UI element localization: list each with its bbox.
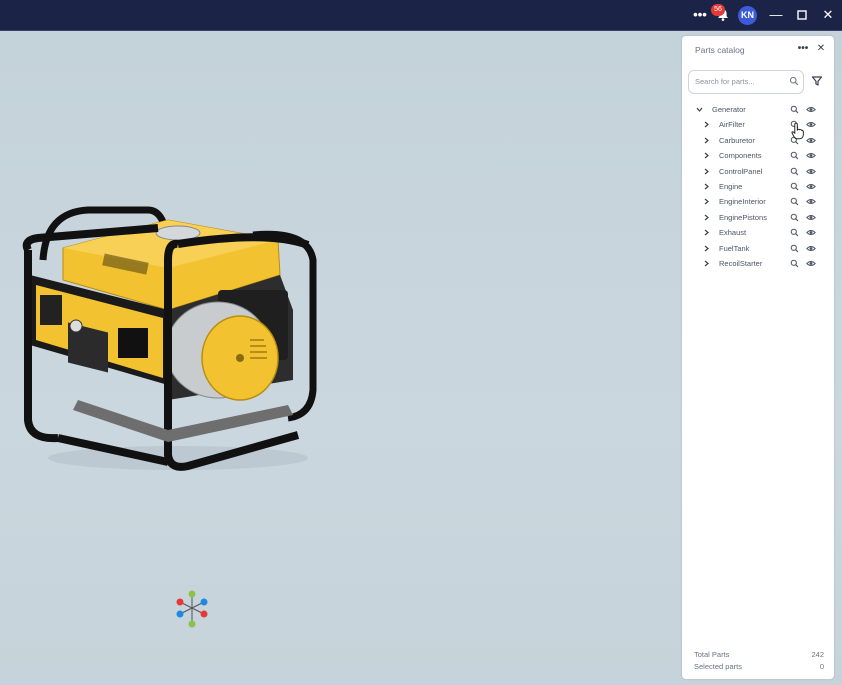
magnifier-icon[interactable]: [790, 151, 799, 160]
hand-cursor-icon: [791, 122, 804, 140]
tree-item-label: Exhaust: [719, 228, 747, 238]
chevron-right-icon[interactable]: [702, 213, 711, 222]
orientation-gizmo-icon[interactable]: [172, 588, 212, 630]
total-parts-value: 242: [811, 650, 824, 659]
tree-row[interactable]: Engine: [682, 179, 834, 194]
chevron-right-icon[interactable]: [702, 259, 711, 268]
maximize-button[interactable]: [792, 5, 812, 25]
chevron-down-icon[interactable]: [695, 105, 704, 114]
tree-row[interactable]: AirFilter: [682, 117, 834, 132]
magnifier-icon[interactable]: [790, 182, 799, 191]
tree-item-label: Generator: [712, 105, 746, 114]
panel-close-button[interactable]: ✕: [814, 41, 828, 57]
chevron-right-icon[interactable]: [702, 136, 711, 145]
eye-icon[interactable]: [806, 167, 816, 176]
tree-row[interactable]: ControlPanel: [682, 164, 834, 179]
filter-icon[interactable]: [810, 74, 824, 88]
magnifier-icon[interactable]: [790, 167, 799, 176]
eye-icon[interactable]: [806, 197, 816, 206]
tree-item-label: FuelTank: [719, 243, 750, 253]
eye-icon[interactable]: [806, 120, 816, 129]
selected-parts-value: 0: [819, 662, 824, 671]
chevron-right-icon[interactable]: [702, 182, 711, 191]
tree-row[interactable]: Exhaust: [682, 225, 834, 240]
panel-more-button[interactable]: •••: [795, 41, 811, 57]
magnifier-icon[interactable]: [790, 105, 799, 114]
parts-catalog-panel: Parts catalog ••• ✕ Generator AirFilter Ca…: [682, 36, 834, 679]
eye-icon[interactable]: [806, 228, 816, 237]
chevron-right-icon[interactable]: [702, 167, 711, 176]
chevron-right-icon[interactable]: [702, 151, 711, 160]
eye-icon[interactable]: [806, 105, 816, 114]
maximize-icon: [797, 10, 807, 20]
tree-item-label: Engine: [719, 182, 743, 191]
tree-item-label: Carburetor: [719, 135, 755, 145]
tree-item-label: AirFilter: [719, 120, 745, 130]
window-titlebar: ••• 56 KN — ✕: [0, 0, 842, 31]
magnifier-icon[interactable]: [790, 213, 799, 222]
magnifier-icon[interactable]: [790, 197, 799, 206]
tree-item-label: ControlPanel: [719, 166, 763, 176]
magnifier-icon[interactable]: [790, 244, 799, 253]
tree-row[interactable]: EngineInterior: [682, 194, 834, 209]
eye-icon[interactable]: [806, 259, 816, 268]
eye-icon[interactable]: [806, 151, 816, 160]
tree-root-row[interactable]: Generator: [682, 102, 834, 117]
notification-count-badge: 56: [711, 4, 725, 16]
total-parts-row: Total Parts 242: [694, 650, 824, 661]
generator-model[interactable]: [18, 200, 323, 480]
magnifier-icon[interactable]: [790, 259, 799, 268]
tree-row[interactable]: EnginePistons: [682, 210, 834, 225]
chevron-right-icon[interactable]: [702, 120, 711, 129]
chevron-right-icon[interactable]: [702, 244, 711, 253]
user-avatar[interactable]: KN: [738, 6, 757, 25]
chevron-right-icon[interactable]: [702, 228, 711, 237]
eye-icon[interactable]: [806, 182, 816, 191]
tree-row[interactable]: RecoilStarter: [682, 256, 834, 271]
eye-icon[interactable]: [806, 244, 816, 253]
eye-icon[interactable]: [806, 136, 816, 145]
close-window-button[interactable]: ✕: [818, 5, 838, 25]
tree-row[interactable]: Components: [682, 148, 834, 163]
tree-item-label: RecoilStarter: [719, 259, 763, 268]
minimize-button[interactable]: —: [766, 5, 786, 25]
search-box: [688, 70, 804, 94]
total-parts-label: Total Parts: [694, 650, 730, 659]
tree-item-label: EnginePistons: [719, 212, 767, 222]
search-input[interactable]: [695, 74, 783, 89]
magnifier-icon[interactable]: [790, 228, 799, 237]
tree-item-label: Components: [719, 151, 762, 161]
selected-parts-label: Selected parts: [694, 662, 742, 671]
more-menu-button[interactable]: •••: [690, 5, 710, 25]
panel-title: Parts catalog: [695, 45, 745, 55]
selected-parts-row: Selected parts 0: [694, 662, 824, 673]
search-icon[interactable]: [789, 76, 799, 86]
eye-icon[interactable]: [806, 213, 816, 222]
tree-row[interactable]: FuelTank: [682, 241, 834, 256]
tree-row[interactable]: Carburetor: [682, 133, 834, 148]
chevron-right-icon[interactable]: [702, 197, 711, 206]
tree-item-label: EngineInterior: [719, 197, 766, 207]
